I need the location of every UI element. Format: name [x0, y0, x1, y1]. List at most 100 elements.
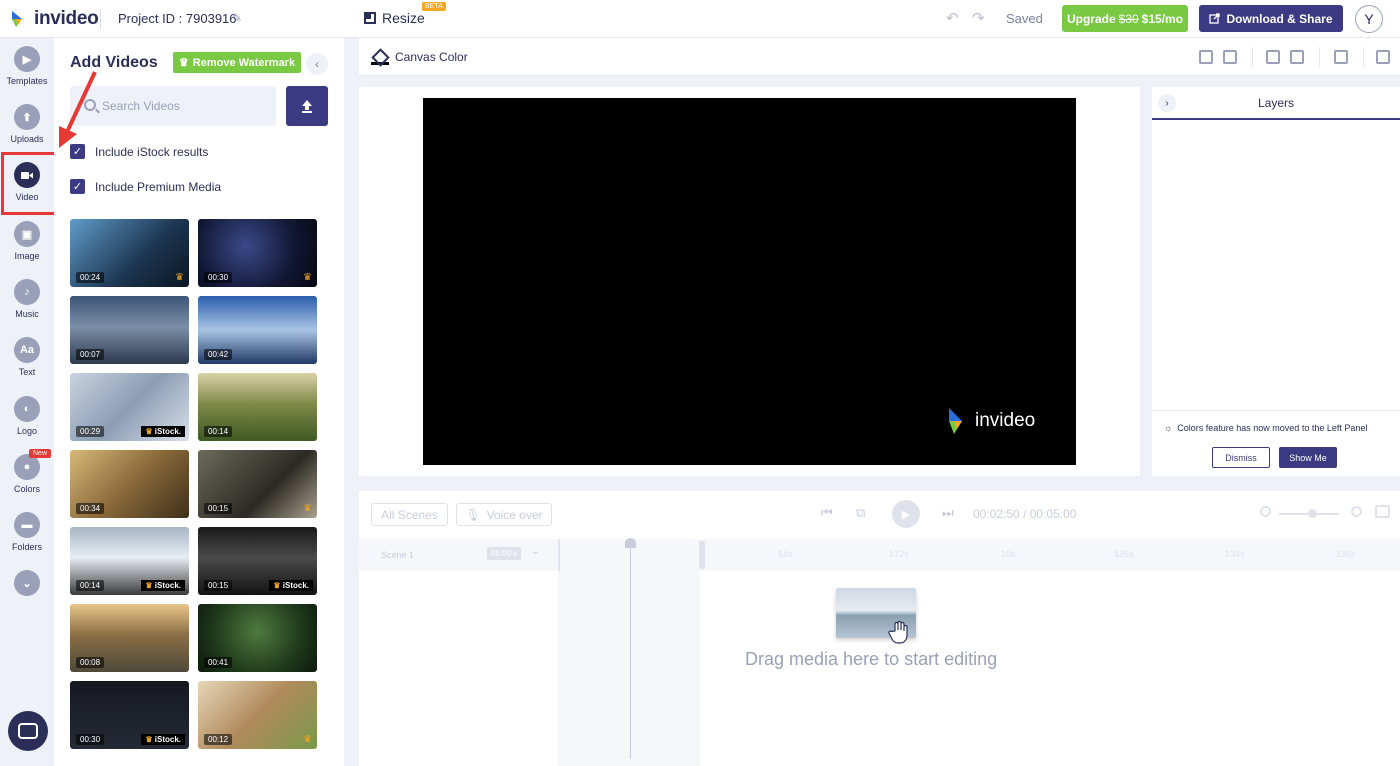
- grid-icon[interactable]: [1376, 50, 1390, 64]
- divider: [1319, 47, 1320, 67]
- video-thumbnail[interactable]: 00:12 ♛: [198, 681, 317, 749]
- video-thumbnail[interactable]: 00:29 ♛ iStock.: [70, 373, 189, 441]
- rail-label: Uploads: [10, 134, 44, 144]
- video-thumbnail[interactable]: 00:41: [198, 604, 317, 672]
- invideo-logo-icon: [949, 408, 962, 434]
- duration-label: 00:30: [204, 272, 233, 283]
- video-thumbnail[interactable]: 00:30 ♛: [198, 219, 317, 287]
- remove-watermark-button[interactable]: ♛ Remove Watermark: [173, 52, 301, 73]
- duration-label: 00:42: [204, 349, 233, 360]
- rail-item-image[interactable]: ▣ Image: [0, 221, 54, 261]
- colors-notice: ☼ Colors feature has now moved to the Le…: [1152, 410, 1400, 476]
- upgrade-prefix: Upgrade: [1066, 11, 1116, 26]
- checkbox-checked[interactable]: ✓: [70, 179, 85, 194]
- istock-label: iStock.: [154, 427, 181, 436]
- skip-forward-icon[interactable]: ⏭: [942, 505, 954, 521]
- timeline-ruler: Scene 1 05:00 s ⌄ 0s 14s 14s 172s 10s 12…: [359, 539, 1400, 571]
- scene-track[interactable]: [558, 539, 700, 766]
- rail-item-colors[interactable]: ● Colors: [0, 454, 54, 494]
- expand-layers-button[interactable]: ›: [1158, 94, 1176, 112]
- video-thumbnail[interactable]: 00:08: [70, 604, 189, 672]
- rail-item-music[interactable]: ♪ Music: [0, 279, 54, 319]
- collapse-panel-button[interactable]: ‹: [306, 53, 328, 75]
- play-button[interactable]: ▶: [892, 500, 920, 528]
- resize-button[interactable]: Resize: [364, 10, 425, 26]
- video-thumbnail[interactable]: 00:15 ♛: [198, 450, 317, 518]
- upload-button[interactable]: [286, 86, 328, 126]
- show-me-button[interactable]: Show Me: [1279, 447, 1337, 468]
- chat-support-button[interactable]: [8, 711, 48, 751]
- resize-label: Resize: [382, 10, 425, 26]
- scene-resize-handle[interactable]: [699, 541, 705, 569]
- music-icon: ♪: [14, 279, 40, 305]
- invideo-logo[interactable]: invideo: [10, 8, 99, 30]
- rail-item-logo[interactable]: ◐ Logo: [0, 396, 54, 436]
- bring-forward-icon[interactable]: [1266, 50, 1280, 64]
- rail-item-templates[interactable]: ▶ Templates: [0, 46, 54, 86]
- include-premium-option[interactable]: ✓ Include Premium Media: [70, 179, 221, 194]
- annotation-highlight-box: [1, 152, 57, 215]
- edit-pencil-icon[interactable]: ✎: [232, 11, 242, 25]
- duration-label: 00:08: [76, 657, 105, 668]
- voice-over-button[interactable]: 🎙 Voice over: [456, 503, 552, 526]
- duration-label: 00:41: [204, 657, 233, 668]
- send-backward-icon[interactable]: [1290, 50, 1304, 64]
- chevron-down-icon[interactable]: ⌄: [531, 546, 539, 557]
- video-thumbnail[interactable]: 00:14 ♛ iStock.: [70, 527, 189, 595]
- all-scenes-button[interactable]: All Scenes: [371, 503, 448, 526]
- user-avatar[interactable]: Y: [1355, 5, 1383, 33]
- rail-label: Colors: [13, 484, 40, 494]
- microphone-icon: 🎙: [465, 507, 481, 522]
- video-thumbnail[interactable]: 00:07: [70, 296, 189, 364]
- canvas-color-button[interactable]: Canvas Color: [371, 49, 468, 65]
- duration-label: 00:14: [76, 580, 105, 591]
- current-time: 00:02:50: [973, 507, 1020, 521]
- left-nav-rail: ▶ Templates ⬆ Uploads Video ▣ Image ♪ Mu…: [0, 38, 54, 766]
- paint-bucket-icon: [371, 49, 389, 65]
- new-badge: New: [29, 449, 52, 458]
- video-thumbnail[interactable]: 00:30 ♛ iStock.: [70, 681, 189, 749]
- duplicate-icon[interactable]: [1199, 50, 1213, 64]
- zoom-slider-handle[interactable]: [1308, 509, 1317, 518]
- video-thumbnail[interactable]: 00:34: [70, 450, 189, 518]
- preview-icon[interactable]: ⧉: [856, 505, 865, 521]
- delete-icon[interactable]: [1334, 50, 1348, 64]
- skip-back-icon[interactable]: ⏮: [821, 505, 833, 521]
- paste-icon[interactable]: [1223, 50, 1237, 64]
- crown-icon: ♛: [303, 734, 312, 745]
- zoom-out-icon[interactable]: [1260, 506, 1271, 517]
- search-input[interactable]: [102, 86, 272, 126]
- fit-to-screen-icon[interactable]: [1375, 505, 1390, 518]
- logo-text: invideo: [34, 8, 99, 29]
- saved-status: Saved: [1006, 11, 1043, 26]
- canvas-toolbar: Canvas Color: [359, 38, 1400, 76]
- scene-duration[interactable]: 05:00 s: [487, 547, 522, 560]
- video-thumbnail[interactable]: 00:24 ♛: [70, 219, 189, 287]
- duration-label: 00:12: [204, 734, 233, 745]
- playhead[interactable]: [630, 539, 631, 759]
- video-thumbnail[interactable]: 00:42: [198, 296, 317, 364]
- rail-more[interactable]: ⌄: [0, 570, 54, 596]
- upgrade-button[interactable]: Upgrade $30 $15/mo: [1062, 5, 1188, 32]
- zoom-in-icon[interactable]: [1351, 506, 1362, 517]
- video-thumbnail[interactable]: 00:15 ♛ iStock.: [198, 527, 317, 595]
- ruler-tick: 14s: [778, 549, 793, 559]
- dismiss-button[interactable]: Dismiss: [1212, 447, 1270, 468]
- duration-label: 00:30: [76, 734, 105, 745]
- video-thumbnail[interactable]: 00:14: [198, 373, 317, 441]
- rail-label: Templates: [6, 76, 48, 86]
- voice-over-label: Voice over: [486, 507, 543, 522]
- redo-icon[interactable]: ↷: [972, 9, 985, 27]
- rail-item-text[interactable]: Aa Text: [0, 337, 54, 377]
- rail-item-folders[interactable]: ▬ Folders: [0, 512, 54, 552]
- video-canvas[interactable]: invideo: [423, 98, 1076, 465]
- divider: [1252, 47, 1253, 67]
- ruler-tick: 136s: [1336, 549, 1356, 559]
- playhead-handle[interactable]: [625, 538, 636, 548]
- undo-icon[interactable]: ↶: [946, 9, 959, 27]
- ruler-tick: 134s: [1225, 549, 1245, 559]
- download-share-button[interactable]: Download & Share: [1199, 5, 1343, 32]
- rail-item-uploads[interactable]: ⬆ Uploads: [0, 104, 54, 144]
- canvas-color-label: Canvas Color: [395, 50, 468, 64]
- canvas-area: invideo: [359, 87, 1140, 476]
